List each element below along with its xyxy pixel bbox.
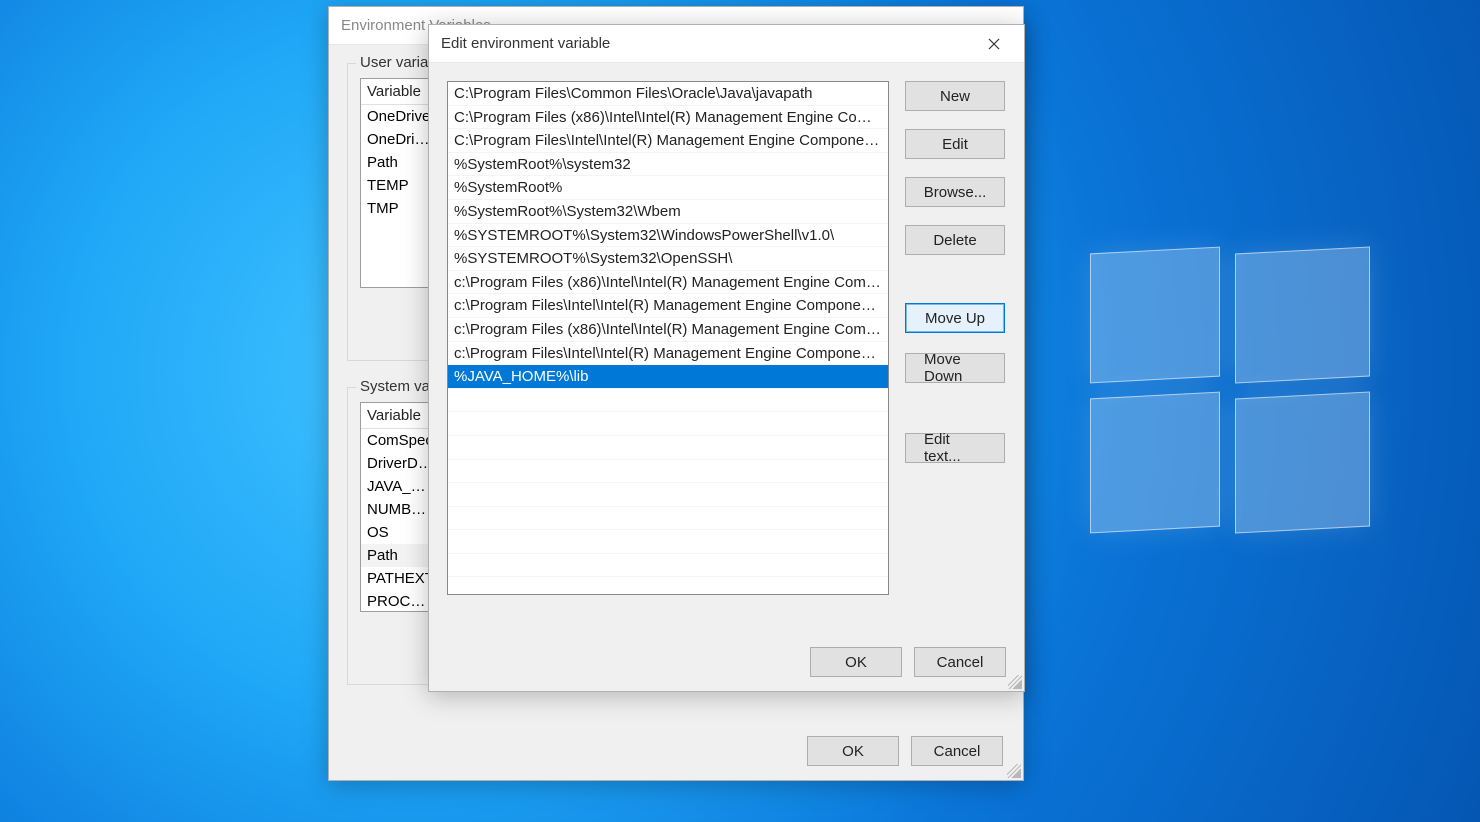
path-entry[interactable]: %SystemRoot% bbox=[448, 176, 888, 200]
resize-grip-icon[interactable] bbox=[1008, 675, 1022, 689]
move-down-button[interactable]: Move Down bbox=[905, 353, 1005, 383]
path-entry[interactable]: C:\Program Files\Common Files\Oracle\Jav… bbox=[448, 82, 888, 106]
close-icon bbox=[988, 38, 1000, 50]
edit-window-titlebar[interactable]: Edit environment variable bbox=[429, 25, 1024, 63]
edit-button[interactable]: Edit bbox=[905, 129, 1005, 159]
path-entry[interactable]: c:\Program Files (x86)\Intel\Intel(R) Ma… bbox=[448, 318, 888, 342]
path-entry-empty[interactable] bbox=[448, 530, 888, 554]
resize-grip-icon[interactable] bbox=[1007, 764, 1021, 778]
delete-button[interactable]: Delete bbox=[905, 225, 1005, 255]
env-ok-button[interactable]: OK bbox=[807, 736, 899, 766]
path-entry[interactable]: %SystemRoot%\system32 bbox=[448, 153, 888, 177]
windows-logo-icon bbox=[1090, 250, 1370, 530]
path-entry[interactable]: C:\Program Files (x86)\Intel\Intel(R) Ma… bbox=[448, 106, 888, 130]
path-entry[interactable]: c:\Program Files\Intel\Intel(R) Manageme… bbox=[448, 294, 888, 318]
path-entry[interactable]: %SYSTEMROOT%\System32\OpenSSH\ bbox=[448, 247, 888, 271]
path-entries-list[interactable]: C:\Program Files\Common Files\Oracle\Jav… bbox=[447, 81, 889, 595]
path-entry-empty[interactable] bbox=[448, 460, 888, 484]
move-up-button[interactable]: Move Up bbox=[905, 303, 1005, 333]
edit-window-title: Edit environment variable bbox=[441, 35, 610, 52]
path-entry-empty[interactable] bbox=[448, 412, 888, 436]
path-entry[interactable]: c:\Program Files\Intel\Intel(R) Manageme… bbox=[448, 342, 888, 366]
edit-text-button[interactable]: Edit text... bbox=[905, 433, 1005, 463]
edit-cancel-button[interactable]: Cancel bbox=[914, 647, 1006, 677]
path-entry[interactable]: %JAVA_HOME%\lib bbox=[448, 365, 888, 389]
path-entry[interactable]: %SYSTEMROOT%\System32\WindowsPowerShell\… bbox=[448, 224, 888, 248]
edit-environment-variable-window: Edit environment variable C:\Program Fil… bbox=[428, 24, 1025, 692]
path-entry-empty[interactable] bbox=[448, 436, 888, 460]
new-button[interactable]: New bbox=[905, 81, 1005, 111]
path-entry[interactable]: C:\Program Files\Intel\Intel(R) Manageme… bbox=[448, 129, 888, 153]
browse-button[interactable]: Browse... bbox=[905, 177, 1005, 207]
path-entry-empty[interactable] bbox=[448, 554, 888, 578]
edit-ok-button[interactable]: OK bbox=[810, 647, 902, 677]
path-entry-empty[interactable] bbox=[448, 483, 888, 507]
path-entry-empty[interactable] bbox=[448, 389, 888, 413]
path-entry[interactable]: c:\Program Files (x86)\Intel\Intel(R) Ma… bbox=[448, 271, 888, 295]
close-button[interactable] bbox=[974, 29, 1014, 59]
env-cancel-button[interactable]: Cancel bbox=[911, 736, 1003, 766]
path-entry-empty[interactable] bbox=[448, 507, 888, 531]
path-entry[interactable]: %SystemRoot%\System32\Wbem bbox=[448, 200, 888, 224]
